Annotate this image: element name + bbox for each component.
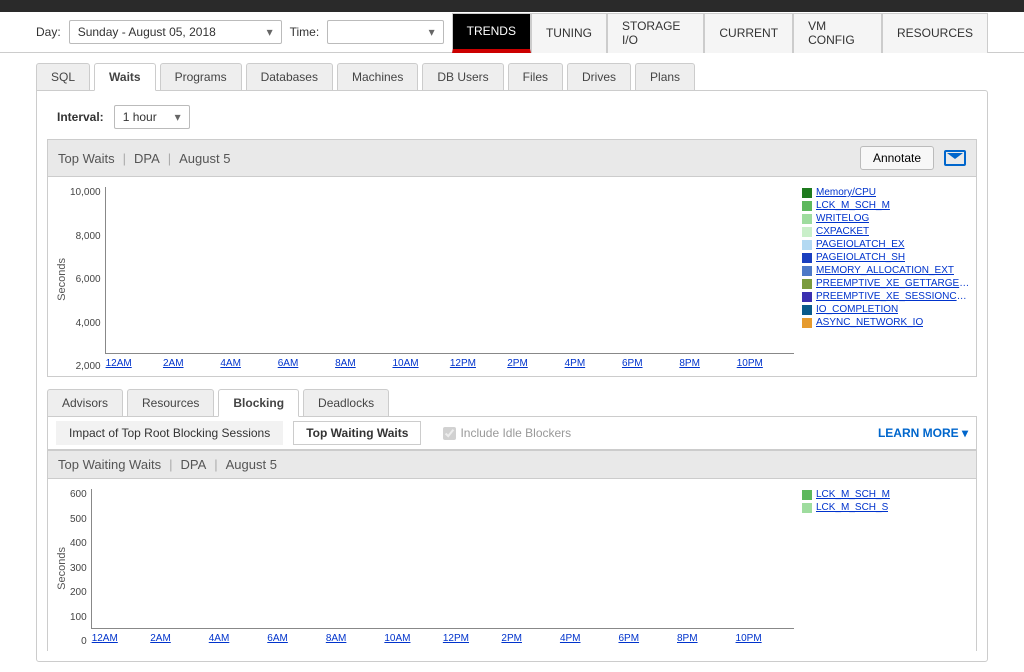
x-tick[interactable]: 12PM	[450, 358, 476, 369]
legend-item[interactable]: PAGEIOLATCH_EX	[816, 239, 905, 250]
bottom-chart-title: Top Waiting Waits	[58, 457, 161, 472]
bottom-chart: Seconds600500400300200100012AM2AM4AM6AM8…	[47, 479, 977, 651]
legend-item[interactable]: PREEMPTIVE_XE_GETTARGETSTA	[816, 278, 970, 289]
legend-item[interactable]: LCK_M_SCH_M	[816, 489, 890, 500]
window-topbar	[0, 0, 1024, 12]
sub-tab-db-users[interactable]: DB Users	[422, 63, 503, 91]
x-tick[interactable]: 8PM	[677, 633, 698, 644]
main-tab-trends[interactable]: TRENDS	[452, 13, 531, 53]
top-chart: Seconds10,0008,0006,0004,0002,00012AM2AM…	[47, 177, 977, 377]
lower-tab-deadlocks[interactable]: Deadlocks	[303, 389, 389, 417]
top-chart-title: Top Waits	[58, 151, 115, 166]
x-tick[interactable]: 4PM	[560, 633, 581, 644]
legend-item[interactable]: IO_COMPLETION	[816, 304, 898, 315]
x-tick[interactable]: 6AM	[267, 633, 288, 644]
lower-tab-advisors[interactable]: Advisors	[47, 389, 123, 417]
day-label: Day:	[36, 25, 61, 39]
x-tick[interactable]: 8AM	[326, 633, 347, 644]
day-select[interactable]: Sunday - August 05, 2018 ▾	[69, 20, 282, 44]
top-chart-instance: DPA	[134, 151, 160, 166]
x-tick[interactable]: 6PM	[618, 633, 639, 644]
sub-tab-sql[interactable]: SQL	[36, 63, 90, 91]
x-tick[interactable]: 12AM	[92, 633, 118, 644]
mail-icon[interactable]	[944, 150, 966, 166]
sub-tab-machines[interactable]: Machines	[337, 63, 418, 91]
chart-plot[interactable]: 12AM2AM4AM6AM8AM10AM12PM2PM4PM6PM8PM10PM	[91, 489, 794, 629]
x-tick[interactable]: 10AM	[384, 633, 410, 644]
x-tick[interactable]: 2AM	[163, 358, 184, 369]
chart-legend: LCK_M_SCH_M LCK_M_SCH_S	[794, 489, 970, 647]
sub-tab-programs[interactable]: Programs	[160, 63, 242, 91]
x-tick[interactable]: 8AM	[335, 358, 356, 369]
sub-tab-files[interactable]: Files	[508, 63, 563, 91]
y-axis-label: Seconds	[54, 547, 70, 590]
interval-select[interactable]: 1 hour ▾	[114, 105, 190, 129]
time-select[interactable]: ▾	[327, 20, 443, 44]
x-tick[interactable]: 12PM	[443, 633, 469, 644]
x-tick[interactable]: 10PM	[736, 633, 762, 644]
x-tick[interactable]: 2PM	[507, 358, 528, 369]
bottom-chart-date: August 5	[226, 457, 277, 472]
legend-item[interactable]: PREEMPTIVE_XE_SESSIONCOMMIT	[816, 291, 970, 302]
chevron-down-icon: ▾	[175, 110, 181, 124]
interval-row: Interval: 1 hour ▾	[47, 101, 977, 139]
bottom-chart-instance: DPA	[180, 457, 206, 472]
waits-panel: Interval: 1 hour ▾ Top Waits | DPA | Aug…	[36, 90, 988, 662]
sub-tab-waits[interactable]: Waits	[94, 63, 156, 91]
main-tabs: TRENDSTUNINGSTORAGE I/OCURRENTVM CONFIGR…	[452, 21, 988, 44]
y-axis-label: Seconds	[54, 258, 70, 301]
legend-item[interactable]: ASYNC_NETWORK_IO	[816, 317, 923, 328]
x-tick[interactable]: 4PM	[565, 358, 586, 369]
learn-more-link[interactable]: LEARN MORE ▾	[878, 426, 968, 440]
blocking-toggle-row: Impact of Top Root Blocking Sessions Top…	[47, 416, 977, 450]
x-tick[interactable]: 2PM	[501, 633, 522, 644]
main-tab-current[interactable]: CURRENT	[704, 13, 793, 53]
lower-tabs: AdvisorsResourcesBlockingDeadlocks	[47, 389, 977, 417]
main-tab-storage-i-o[interactable]: STORAGE I/O	[607, 13, 704, 53]
main-tab-vm-config[interactable]: VM CONFIG	[793, 13, 882, 53]
x-tick[interactable]: 10PM	[737, 358, 763, 369]
bottom-chart-header: Top Waiting Waits | DPA | August 5	[47, 450, 977, 479]
x-tick[interactable]: 4AM	[209, 633, 230, 644]
x-tick[interactable]: 12AM	[106, 358, 132, 369]
legend-item[interactable]: PAGEIOLATCH_SH	[816, 252, 905, 263]
lower-tab-resources[interactable]: Resources	[127, 389, 214, 417]
top-chart-header: Top Waits | DPA | August 5 Annotate	[47, 139, 977, 177]
legend-item[interactable]: WRITELOG	[816, 213, 869, 224]
filter-row: Day: Sunday - August 05, 2018 ▾ Time: ▾ …	[0, 12, 1024, 53]
day-select-value: Sunday - August 05, 2018	[78, 25, 216, 39]
x-tick[interactable]: 6AM	[278, 358, 299, 369]
toggle-waiting[interactable]: Top Waiting Waits	[293, 421, 421, 445]
chart-legend: Memory/CPU LCK_M_SCH_M WRITELOG CXPACKET PAG…	[794, 187, 970, 372]
x-tick[interactable]: 10AM	[392, 358, 418, 369]
chevron-down-icon: ▾	[267, 25, 273, 39]
legend-item[interactable]: LCK_M_SCH_S	[816, 502, 888, 513]
legend-item[interactable]: Memory/CPU	[816, 187, 876, 198]
main-tab-resources[interactable]: RESOURCES	[882, 13, 988, 53]
annotate-button[interactable]: Annotate	[860, 146, 934, 170]
interval-value: 1 hour	[123, 110, 157, 124]
chart-plot[interactable]: 12AM2AM4AM6AM8AM10AM12PM2PM4PM6PM8PM10PM	[105, 187, 794, 354]
main-tab-tuning[interactable]: TUNING	[531, 13, 607, 53]
legend-item[interactable]: LCK_M_SCH_M	[816, 200, 890, 211]
legend-item[interactable]: MEMORY_ALLOCATION_EXT	[816, 265, 954, 276]
x-tick[interactable]: 8PM	[679, 358, 700, 369]
sub-tab-drives[interactable]: Drives	[567, 63, 631, 91]
chevron-down-icon: ▾	[429, 25, 435, 39]
interval-label: Interval:	[57, 110, 104, 124]
sub-tab-databases[interactable]: Databases	[246, 63, 333, 91]
include-idle-blockers[interactable]: Include Idle Blockers	[443, 426, 571, 440]
lower-tab-blocking[interactable]: Blocking	[218, 389, 299, 417]
x-tick[interactable]: 6PM	[622, 358, 643, 369]
chevron-down-icon: ▾	[962, 426, 968, 440]
legend-item[interactable]: CXPACKET	[816, 226, 869, 237]
time-label: Time:	[290, 25, 320, 39]
x-tick[interactable]: 2AM	[150, 633, 171, 644]
toggle-impact[interactable]: Impact of Top Root Blocking Sessions	[56, 421, 283, 445]
sub-tabs: SQLWaitsProgramsDatabasesMachinesDB User…	[36, 63, 988, 91]
include-idle-checkbox[interactable]	[443, 427, 456, 440]
top-chart-date: August 5	[179, 151, 230, 166]
sub-tab-plans[interactable]: Plans	[635, 63, 695, 91]
x-tick[interactable]: 4AM	[220, 358, 241, 369]
